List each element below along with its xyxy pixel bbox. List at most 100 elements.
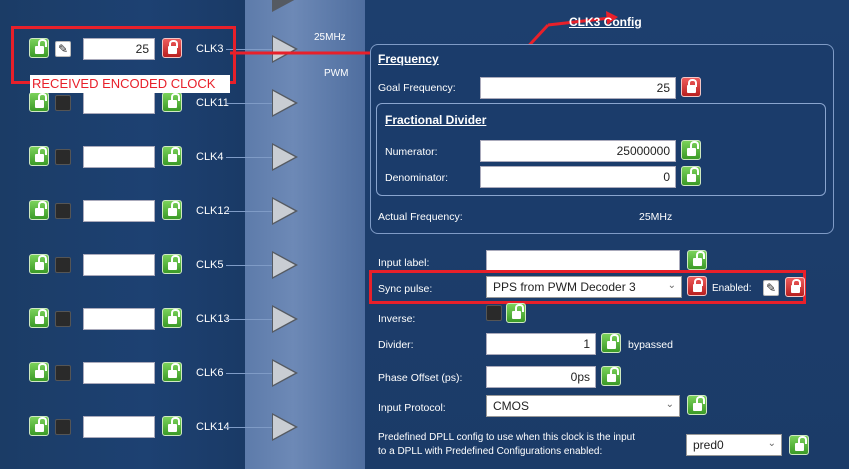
clock-connector-line (226, 319, 274, 320)
denominator-lock-icon[interactable] (681, 166, 701, 186)
clock-connector-line (226, 103, 274, 104)
clock-buffer-triangle-fill (273, 415, 295, 439)
clock-frequency-lock-icon[interactable] (162, 416, 182, 436)
clock-enable-checkbox[interactable] (55, 257, 71, 273)
input-label-lock-icon[interactable] (687, 250, 707, 270)
enabled-checkbox[interactable]: ✎ (763, 280, 779, 296)
clock-name-label: CLK6 (196, 367, 224, 379)
sync-pulse-lock-icon[interactable] (687, 276, 707, 296)
chevron-down-icon: ⌄ (665, 399, 674, 410)
clock-lock-icon[interactable] (29, 200, 49, 220)
lock-glyph (34, 363, 47, 378)
clock-connector-line (226, 211, 274, 212)
predefined-config-lock-icon[interactable] (789, 435, 809, 455)
clock-name-label: CLK14 (196, 421, 230, 433)
clock-frequency-lock-icon[interactable] (162, 92, 182, 112)
clock-buffer-triangle-fill (273, 253, 295, 277)
config-title: CLK3 Config (569, 15, 642, 29)
input-protocol-value: CMOS (493, 399, 529, 413)
goal-frequency-input[interactable]: 25 (480, 77, 676, 99)
clock-lock-icon[interactable] (29, 362, 49, 382)
clock-enable-checkbox[interactable] (55, 311, 71, 327)
predefined-config-value: pred0 (693, 438, 724, 452)
predefined-label-2: to a DPLL with Predefined Configurations… (378, 446, 603, 457)
input-protocol-select[interactable]: CMOS ⌄ (486, 395, 680, 417)
divider-lock-icon[interactable] (601, 333, 621, 353)
clock-buffer-triangle-icon[interactable] (272, 413, 298, 441)
clock-buffer-triangle-icon[interactable] (272, 251, 298, 279)
clock-name-label: CLK13 (196, 313, 230, 325)
clock-connector-line (226, 265, 274, 266)
clock-frequency-input[interactable] (83, 308, 155, 330)
clock-buffer-triangle-icon[interactable] (272, 197, 298, 225)
clock-buffer-triangle-fill (273, 361, 295, 385)
goal-frequency-lock-icon[interactable] (681, 77, 701, 97)
clock-frequency-lock-icon[interactable] (162, 200, 182, 220)
numerator-lock-icon[interactable] (681, 140, 701, 160)
phase-offset-lock-icon[interactable] (601, 366, 621, 386)
clock-buffer-triangle-icon[interactable] (272, 143, 298, 171)
divider-input[interactable]: 1 (486, 333, 596, 355)
clock-frequency-input[interactable] (83, 416, 155, 438)
denominator-input[interactable]: 0 (480, 166, 676, 188)
clock-name-label: CLK4 (196, 151, 224, 163)
input-protocol-label: Input Protocol: (378, 402, 446, 414)
clock-connector-line (226, 427, 274, 428)
sync-pulse-select[interactable]: PPS from PWM Decoder 3 ⌄ (486, 276, 682, 298)
clock-lock-icon[interactable] (29, 254, 49, 274)
goal-frequency-label: Goal Frequency: (378, 82, 456, 94)
numerator-label: Numerator: (385, 146, 438, 158)
bypassed-label: bypassed (628, 339, 673, 351)
input-protocol-lock-icon[interactable] (687, 395, 707, 415)
numerator-input[interactable]: 25000000 (480, 140, 676, 162)
inverse-checkbox[interactable] (486, 305, 502, 321)
lock-glyph (167, 147, 180, 162)
clock-lock-icon[interactable] (29, 92, 49, 112)
clock-buffer-triangle-icon[interactable] (272, 359, 298, 387)
lock-glyph (34, 201, 47, 216)
denominator-label: Denominator: (385, 172, 449, 184)
clock-buffer-triangle-fill (273, 199, 295, 223)
fractional-divider-title: Fractional Divider (385, 113, 487, 127)
lock-glyph (34, 417, 47, 432)
clock-name-label: CLK5 (196, 259, 224, 271)
clock-enable-checkbox[interactable] (55, 95, 71, 111)
sync-pulse-value: PPS from PWM Decoder 3 (493, 280, 636, 294)
clock-frequency-lock-icon[interactable] (162, 146, 182, 166)
enabled-lock-icon[interactable] (785, 277, 805, 297)
clock-lock-icon[interactable] (29, 308, 49, 328)
input-label-label: Input label: (378, 257, 430, 269)
clock-frequency-input[interactable] (83, 92, 155, 114)
phase-offset-input[interactable]: 0ps (486, 366, 596, 388)
actual-frequency-value: 25MHz (639, 211, 673, 223)
clock-frequency-lock-icon[interactable] (162, 362, 182, 382)
clock-name-label: CLK12 (196, 205, 230, 217)
predefined-label-1: Predefined DPLL config to use when this … (378, 432, 636, 443)
lock-glyph (167, 363, 180, 378)
clock-lock-icon[interactable] (29, 416, 49, 436)
received-encoded-clock-label: RECEIVED ENCODED CLOCK (30, 75, 230, 93)
clock-buffer-triangle-fill (273, 307, 295, 331)
clock-frequency-input[interactable] (83, 200, 155, 222)
clock-frequency-input[interactable] (83, 146, 155, 168)
clock-enable-checkbox[interactable] (55, 419, 71, 435)
clock-buffer-triangle-icon[interactable] (272, 305, 298, 333)
inverse-lock-icon[interactable] (506, 303, 526, 323)
clock-connector-line (226, 373, 274, 374)
input-label-input[interactable] (486, 250, 680, 272)
inverse-label: Inverse: (378, 313, 416, 325)
clock-enable-checkbox[interactable] (55, 203, 71, 219)
clock-enable-checkbox[interactable] (55, 365, 71, 381)
predefined-config-select[interactable]: pred0 ⌄ (686, 434, 782, 456)
clock-lock-icon[interactable] (29, 146, 49, 166)
clock-frequency-lock-icon[interactable] (162, 254, 182, 274)
clock-frequency-lock-icon[interactable] (162, 308, 182, 328)
clock-frequency-input[interactable] (83, 254, 155, 276)
lock-glyph (167, 417, 180, 432)
clock-enable-checkbox[interactable] (55, 149, 71, 165)
clock-name-label: CLK11 (196, 97, 229, 109)
lock-glyph (34, 255, 47, 270)
lock-glyph (167, 93, 180, 108)
clock-frequency-input[interactable] (83, 362, 155, 384)
clock-buffer-triangle-fill (273, 145, 295, 169)
